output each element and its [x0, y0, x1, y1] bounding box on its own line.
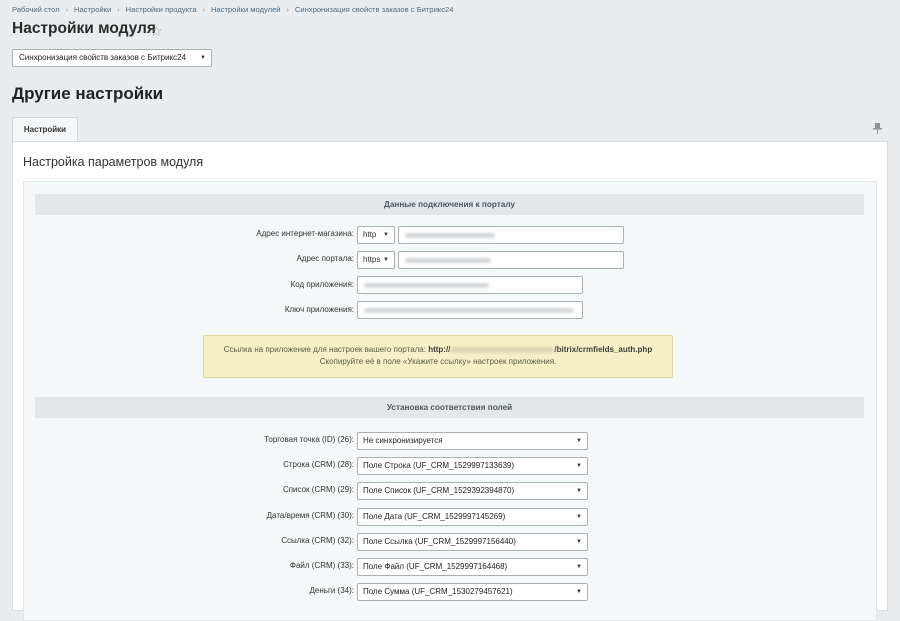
- app-key-label: Ключ приложения:: [284, 305, 354, 314]
- dropdown-arrow-icon: ▼: [576, 589, 582, 595]
- field-mapping-select[interactable]: Поле Список (UF_CRM_1529392394870) ▼: [357, 482, 588, 500]
- field-mapping-value: Поле Дата (UF_CRM_1529997145269): [363, 512, 506, 521]
- breadcrumb-item-current-module[interactable]: Синхронизация свойств заказов с Битрикс2…: [295, 5, 454, 14]
- star-icon[interactable]: ☆: [150, 24, 163, 38]
- field-mapping-select[interactable]: Поле Дата (UF_CRM_1529997145269) ▼: [357, 508, 588, 526]
- dropdown-arrow-icon: ▼: [576, 438, 582, 444]
- breadcrumb-item-product-settings[interactable]: Настройки продукта: [126, 5, 197, 14]
- field-mapping-label: Дата/время (CRM) (30):: [266, 511, 354, 520]
- field-mapping-value: Поле Файл (UF_CRM_1529997164468): [363, 562, 508, 571]
- app-code-input[interactable]: [357, 276, 583, 294]
- field-mapping-select[interactable]: Не синхронизируется ▼: [357, 432, 588, 450]
- page-title: Настройки модуля: [12, 20, 156, 37]
- field-mapping-select[interactable]: Поле Строка (UF_CRM_1529997133639) ▼: [357, 457, 588, 475]
- breadcrumb-separator-icon: ›: [202, 7, 205, 14]
- field-mapping-value: Не синхронизируется: [363, 436, 443, 445]
- mapping-heading: Установка соответствия полей: [35, 397, 864, 418]
- shop-protocol-value: http: [363, 230, 377, 239]
- field-mapping-value: Поле Список (UF_CRM_1529392394870): [363, 486, 515, 495]
- breadcrumb-item-settings[interactable]: Настройки: [74, 5, 111, 14]
- portal-protocol-select[interactable]: https ▼: [357, 251, 395, 269]
- app-code-label: Код приложения:: [290, 280, 354, 289]
- dropdown-arrow-icon: ▼: [383, 257, 389, 263]
- field-mapping-label: Строка (CRM) (28):: [283, 460, 354, 469]
- app-link-notice: Ссылка на приложение для настроек вашего…: [203, 335, 673, 378]
- dropdown-arrow-icon: ▼: [576, 488, 582, 494]
- field-mapping-select[interactable]: Поле Сумма (UF_CRM_1530279457621) ▼: [357, 583, 588, 601]
- shop-address-input[interactable]: [398, 226, 624, 244]
- app-key-input[interactable]: [357, 301, 583, 319]
- module-select[interactable]: Синхронизация свойств заказов с Битрикс2…: [12, 49, 212, 67]
- dropdown-arrow-icon: ▼: [200, 55, 206, 61]
- field-mapping-value: Поле Ссылка (UF_CRM_1529997156440): [363, 537, 516, 546]
- breadcrumb-item-module-settings[interactable]: Настройки модулей: [211, 5, 281, 14]
- pin-icon[interactable]: [873, 123, 882, 137]
- notice-text: Ссылка на приложение для настроек вашего…: [223, 345, 426, 354]
- portal-protocol-value: https: [363, 255, 381, 264]
- breadcrumb-separator-icon: ›: [117, 7, 120, 14]
- breadcrumb-separator-icon: ›: [286, 7, 289, 14]
- dropdown-arrow-icon: ▼: [383, 232, 389, 238]
- field-mapping-label: Торговая точка (ID) (26):: [264, 435, 354, 444]
- shop-address-label: Адрес интернет-магазина:: [256, 229, 354, 238]
- section-title: Другие настройки: [12, 84, 164, 103]
- dropdown-arrow-icon: ▼: [576, 463, 582, 469]
- field-mapping-select[interactable]: Поле Файл (UF_CRM_1529997164468) ▼: [357, 558, 588, 576]
- app-link[interactable]: http:///bitrix/crmfields_auth.php: [428, 345, 652, 354]
- breadcrumb-separator-icon: ›: [65, 7, 69, 14]
- field-mapping-value: Поле Строка (UF_CRM_1529997133639): [363, 461, 514, 470]
- field-mapping-label: Список (CRM) (29):: [282, 485, 354, 494]
- dropdown-arrow-icon: ▼: [576, 564, 582, 570]
- breadcrumb-item-desktop[interactable]: Рабочий стол: [12, 5, 60, 14]
- notice-instruction: Скопируйте её в поле «Укажите ссылку» на…: [319, 357, 557, 366]
- field-mapping-value: Поле Сумма (UF_CRM_1530279457621): [363, 587, 513, 596]
- portal-address-label: Адрес портала:: [296, 254, 354, 263]
- shop-protocol-select[interactable]: http ▼: [357, 226, 395, 244]
- settings-form: Данные подключения к порталу Адрес интер…: [23, 181, 877, 621]
- field-mapping-label: Ссылка (CRM) (32):: [281, 536, 354, 545]
- field-mapping-select[interactable]: Поле Ссылка (UF_CRM_1529997156440) ▼: [357, 533, 588, 551]
- field-mapping-label: Деньги (34):: [309, 586, 354, 595]
- panel-title: Настройка параметров модуля: [23, 155, 204, 169]
- tab-settings[interactable]: Настройки: [12, 117, 78, 141]
- module-select-value: Синхронизация свойств заказов с Битрикс2…: [19, 53, 187, 62]
- breadcrumb: Рабочий стол › Настройки › Настройки продукт…: [12, 5, 453, 14]
- portal-address-input[interactable]: [398, 251, 624, 269]
- field-mapping-label: Файл (CRM) (33):: [289, 561, 354, 570]
- settings-panel: Настройка параметров модуля Данные подкл…: [12, 141, 888, 621]
- dropdown-arrow-icon: ▼: [576, 514, 582, 520]
- dropdown-arrow-icon: ▼: [576, 539, 582, 545]
- connection-heading: Данные подключения к порталу: [35, 194, 864, 215]
